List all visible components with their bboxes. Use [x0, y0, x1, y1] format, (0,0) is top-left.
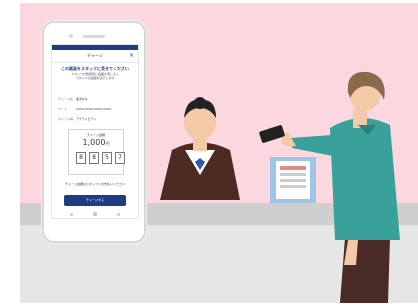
amount-label: チャージ金額 [87, 133, 105, 137]
code-digit: 5 [102, 152, 112, 164]
phone-screen: チャージ × この画面をスタッフに見せてください スタッフが確認後に画面を閉じる… [51, 44, 139, 219]
row-label: チャージ先 [58, 97, 73, 101]
recent-apps-icon[interactable] [117, 213, 120, 216]
amount-value-line: 1,000円 [69, 138, 123, 147]
confirmation-code: 8 8 5 7 [76, 152, 125, 164]
instruction-block: この画面をスタッフに見せてください スタッフが確認後に画面を閉じると スタッフの… [60, 66, 130, 80]
earpiece [83, 35, 105, 38]
nav-bar: チャージ × [52, 50, 138, 62]
info-row: カード XXXX-XXXX-XXXX-XXXX [58, 107, 111, 114]
screen-title: チャージ [87, 53, 103, 58]
row-value: アクティビティ [76, 117, 97, 121]
illustration-scene: チャージ × この画面をスタッフに見せてください スタッフが確認後に画面を閉じる… [0, 0, 418, 303]
info-row: ポイント等 アクティビティ [58, 117, 97, 124]
row-value: 楽天Edy [76, 97, 88, 101]
code-digit: 8 [76, 152, 86, 164]
row-label: ポイント等 [58, 117, 74, 121]
footer-note: チャージ金額はスタッフにお支払いください [65, 182, 125, 186]
row-label: カード [58, 107, 68, 111]
system-nav-bar [52, 210, 138, 218]
row-value: XXXX-XXXX-XXXX-XXXX [76, 107, 112, 111]
close-icon[interactable]: × [129, 51, 134, 61]
back-icon[interactable] [70, 213, 73, 216]
amount-value: 1,000 [82, 138, 106, 147]
amount-box: チャージ金額 1,000円 8 8 5 7 [68, 129, 125, 175]
header-divider [52, 62, 138, 63]
front-camera-icon [69, 34, 73, 38]
code-digit: 8 [89, 152, 99, 164]
payment-terminal [270, 157, 316, 203]
smartphone: チャージ × この画面をスタッフに見せてください スタッフが確認後に画面を閉じる… [42, 21, 146, 243]
code-digit: 7 [115, 152, 125, 164]
amount-unit: 円 [105, 141, 110, 146]
charge-button[interactable]: チャージする [64, 195, 126, 206]
home-icon[interactable] [93, 212, 97, 216]
instruction-note-2: スタッフの画面を表示します [75, 76, 115, 80]
info-row: チャージ先 楽天Edy [58, 97, 88, 104]
